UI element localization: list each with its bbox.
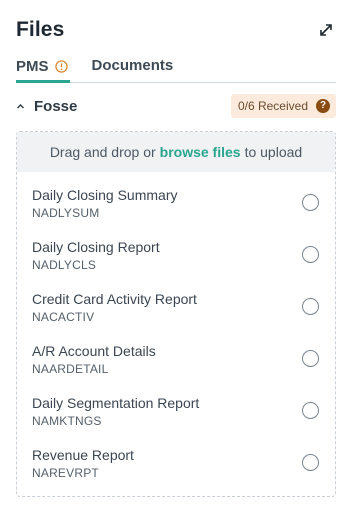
drop-hint-before: Drag and drop or (49, 144, 156, 160)
file-dropzone[interactable]: Drag and drop or browse files to upload … (16, 131, 336, 497)
status-badge: 0/6 Received ? (230, 94, 336, 118)
help-icon[interactable]: ? (316, 99, 330, 113)
file-status-radio[interactable] (302, 246, 319, 263)
panel-header: Files (16, 16, 336, 44)
expand-arrows-icon (320, 24, 332, 36)
file-name: A/R Account Details (32, 343, 156, 359)
files-panel: Files PMS Documents Fosse 0/6 Received ?… (0, 0, 352, 530)
file-status-radio[interactable] (302, 402, 319, 419)
file-status-radio[interactable] (302, 194, 319, 211)
tab-pms-label: PMS (16, 57, 49, 75)
tab-bar: PMS Documents (16, 52, 336, 83)
file-name: Daily Closing Report (32, 239, 160, 255)
list-item: Credit Card Activity Report NACACTIV (17, 291, 335, 343)
tab-pms[interactable]: PMS (16, 52, 70, 83)
drop-hint-after: to upload (244, 144, 303, 160)
file-status-radio[interactable] (302, 454, 319, 471)
file-name: Revenue Report (32, 447, 134, 463)
file-name: Daily Closing Summary (32, 187, 178, 203)
file-code: NADLYSUM (32, 206, 100, 220)
group-name: Fosse (34, 97, 78, 115)
group-header: Fosse 0/6 Received ? (16, 94, 336, 118)
file-status-radio[interactable] (302, 350, 319, 367)
file-code: NADLYCLS (32, 258, 97, 272)
list-item: Daily Closing Summary NADLYSUM (17, 187, 335, 239)
tab-documents-label: Documents (91, 56, 174, 74)
warning-circle-icon (54, 59, 68, 73)
drop-hint: Drag and drop or browse files to upload (17, 132, 335, 172)
file-code: NAARDETAIL (32, 362, 109, 376)
chevron-up-icon (17, 103, 24, 108)
list-item: A/R Account Details NAARDETAIL (17, 343, 335, 395)
expand-button[interactable] (316, 20, 336, 40)
group-toggle[interactable]: Fosse (16, 98, 77, 115)
status-badge-text: 0/6 Received (237, 99, 308, 113)
list-item: Daily Segmentation Report NAMKTNGS (17, 395, 335, 447)
list-item: Daily Closing Report NADLYCLS (17, 239, 335, 291)
browse-files-link[interactable]: browse files (160, 144, 241, 160)
file-name: Credit Card Activity Report (32, 291, 197, 307)
file-list: Daily Closing Summary NADLYSUM Daily Clo… (17, 187, 335, 499)
page-title: Files (16, 18, 65, 41)
file-code: NACACTIV (32, 310, 95, 324)
file-name: Daily Segmentation Report (32, 395, 200, 411)
file-code: NAREVRPT (32, 466, 99, 480)
file-code: NAMKTNGS (32, 414, 102, 428)
tab-documents[interactable]: Documents (92, 52, 174, 78)
list-item: Revenue Report NAREVRPT (17, 447, 335, 499)
file-status-radio[interactable] (302, 298, 319, 315)
